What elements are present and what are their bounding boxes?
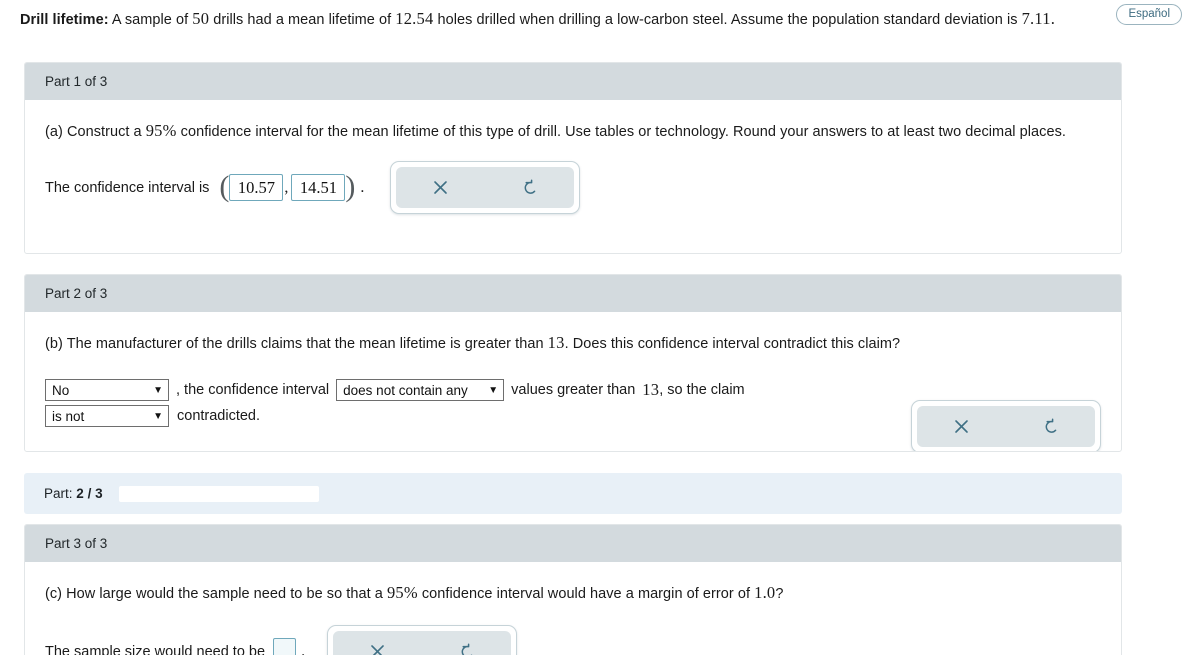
part-3-margin-of-error: 1.0	[754, 583, 776, 602]
problem-statement: Drill lifetime: A sample of 50 drills ha…	[20, 6, 1120, 33]
contains-dropdown[interactable]: does not contain any ▼	[336, 379, 505, 401]
problem-text-2: drills had a mean lifetime of	[209, 12, 396, 28]
part-3-question-c: ?	[775, 586, 784, 602]
part-1-undo-button[interactable]	[485, 167, 574, 208]
part-2-question-b: . Does this confidence interval contradi…	[564, 336, 901, 352]
part-3-body: (c) How large would the sample need to b…	[25, 562, 1121, 655]
part-2-question: (b) The manufacturer of the drills claim…	[45, 312, 1101, 357]
page-root: Drill lifetime: A sample of 50 drills ha…	[0, 0, 1200, 655]
is-not-dropdown[interactable]: is not ▼	[45, 405, 169, 427]
yes-no-dropdown[interactable]: No ▼	[45, 379, 169, 401]
undo-icon	[461, 642, 472, 655]
yes-no-dropdown-value: No	[52, 382, 70, 398]
undo-icon	[524, 178, 536, 194]
part-2-after-value: , so the claim	[659, 382, 745, 398]
close-icon	[371, 645, 384, 655]
progress-track	[118, 485, 319, 502]
part-2-claim-value-2: 13	[642, 380, 660, 399]
part-2-tool-panel-inner	[917, 406, 1095, 447]
part-2-tool-panel	[911, 400, 1101, 451]
problem-label: Drill lifetime:	[20, 12, 109, 28]
problem-text-1: A sample of	[108, 12, 193, 28]
part-3-header: Part 3 of 3	[25, 525, 1121, 562]
contains-dropdown-value: does not contain any	[343, 382, 468, 398]
problem-text-4: .	[1050, 9, 1056, 28]
part-3-question-b: confidence interval would have a margin …	[417, 586, 755, 602]
part-1-question: (a) Construct a 95% confidence interval …	[45, 100, 1101, 145]
language-toggle-button[interactable]: Español	[1116, 4, 1182, 25]
part-1-question-b: confidence interval for the mean lifetim…	[176, 124, 1066, 140]
undo-icon	[1045, 417, 1056, 433]
progress-card: Part: 2 / 3	[24, 473, 1122, 514]
is-not-dropdown-value: is not	[52, 408, 85, 424]
progress-label-text: Part:	[44, 486, 73, 501]
part-2-after-contain: values greater than	[511, 382, 636, 398]
confidence-interval-upper-input[interactable]: 14.51	[291, 174, 346, 201]
progress-label: Part: 2 / 3	[44, 486, 103, 501]
part-2-undo-button[interactable]	[1006, 406, 1095, 447]
part-3-confidence-level: 95%	[386, 583, 418, 602]
part-3-undo-button[interactable]	[422, 631, 511, 655]
part-2-mid-text: , the confidence interval	[176, 382, 330, 398]
interval-comma: ,	[284, 178, 289, 196]
part-3-tool-panel	[327, 625, 518, 655]
part-1-header: Part 1 of 3	[25, 63, 1121, 100]
problem-sample-size: 50	[192, 9, 210, 28]
chevron-down-icon: ▼	[153, 384, 163, 396]
part-1-card: Part 1 of 3 (a) Construct a 95% confiden…	[24, 62, 1122, 254]
chevron-down-icon: ▼	[153, 410, 163, 422]
part-1-tool-panel	[390, 161, 581, 214]
progress-separator: /	[87, 486, 92, 501]
problem-sigma: 7.11	[1021, 9, 1051, 28]
close-icon	[955, 420, 968, 433]
part-2-end-text: contradicted.	[177, 408, 261, 424]
part-1-tool-panel-inner	[396, 167, 575, 208]
part-3-answer-prefix: The sample size would need to be	[45, 643, 266, 655]
part-3-period: .	[301, 642, 306, 655]
part-2-answer-line-1: No ▼ , the confidence interval does not …	[45, 379, 1101, 401]
answer-period: .	[360, 178, 365, 196]
part-3-card: Part 3 of 3 (c) How large would the samp…	[24, 524, 1122, 655]
part-3-question: (c) How large would the sample need to b…	[45, 562, 1101, 607]
progress-current: 2	[76, 486, 84, 501]
part-2-claim-value: 13	[547, 333, 565, 352]
sample-size-input[interactable]	[273, 638, 297, 655]
part-1-confidence-level: 95%	[145, 121, 177, 140]
part-2-body: (b) The manufacturer of the drills claim…	[25, 312, 1121, 451]
part-1-clear-button[interactable]	[396, 167, 485, 208]
part-2-question-a: (b) The manufacturer of the drills claim…	[45, 336, 548, 352]
part-3-answer-row: The sample size would need to be .	[45, 625, 1101, 655]
part-2-clear-button[interactable]	[917, 406, 1006, 447]
part-3-tool-panel-inner	[333, 631, 512, 655]
problem-mean: 12.54	[395, 9, 434, 28]
part-1-body: (a) Construct a 95% confidence interval …	[25, 100, 1121, 214]
chevron-down-icon: ▼	[488, 384, 499, 396]
part-2-header: Part 2 of 3	[25, 275, 1121, 312]
part-2-card: Part 2 of 3 (b) The manufacturer of the …	[24, 274, 1122, 452]
confidence-interval-lower-input[interactable]: 10.57	[229, 174, 284, 201]
problem-text-3: holes drilled when drilling a low-carbon…	[433, 12, 1022, 28]
part-3-clear-button[interactable]	[333, 631, 422, 655]
close-icon	[434, 181, 448, 194]
part-1-answer-prefix: The confidence interval is	[45, 179, 210, 196]
part-3-question-a: (c) How large would the sample need to b…	[45, 586, 387, 602]
part-1-answer-row: The confidence interval is ( 10.57 , 14.…	[45, 161, 1101, 214]
progress-total: 3	[95, 486, 103, 501]
part-1-question-a: (a) Construct a	[45, 124, 146, 140]
